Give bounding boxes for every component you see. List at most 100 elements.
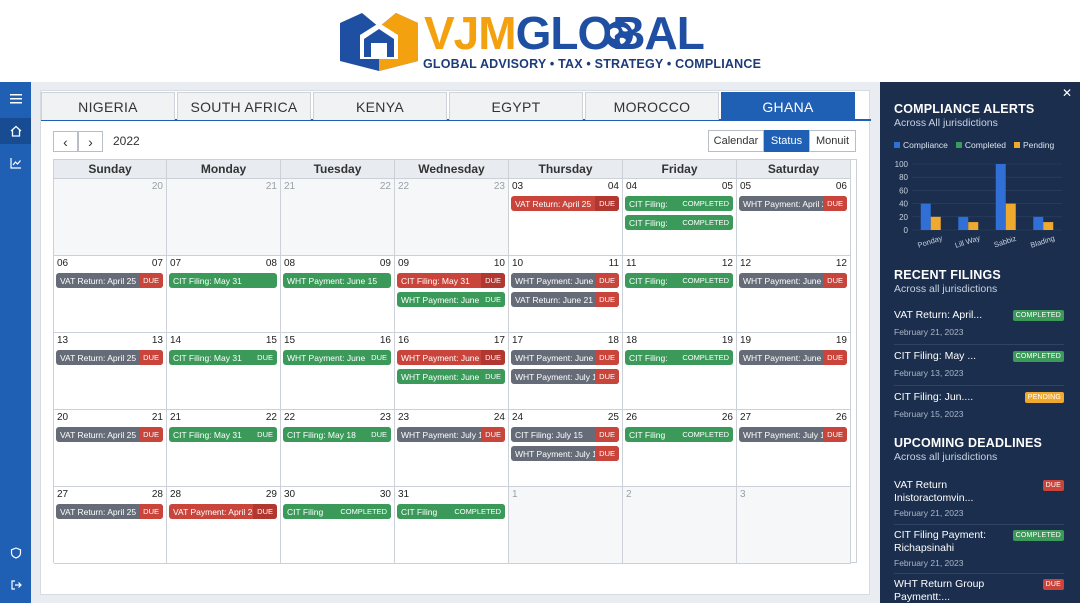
calendar-day-cell[interactable]: 1 <box>509 487 623 564</box>
calendar-event[interactable]: WHT Payment: July 19 DUE <box>511 446 619 461</box>
calendar-event[interactable]: VAT Return: April 25 DUE <box>511 196 619 211</box>
tab-kenya[interactable]: KENYA <box>313 92 447 120</box>
calendar-day-cell[interactable]: 22 23 CIT Filing: May 18 DUE <box>281 410 395 487</box>
upcoming-subtitle: Across all jurisdictions <box>894 451 998 463</box>
calendar-day-cell[interactable]: 20 21 VAT Return: April 25 DUE <box>54 410 167 487</box>
calendar-day-cell[interactable]: 27 26 WHT Payment: July 15 DUE <box>737 410 851 487</box>
event-status-badge: DUE <box>595 446 619 461</box>
calendar-day-cell[interactable]: 04 05 CIT Filing: COMPLETED CIT Filing: COMPL… <box>623 179 737 256</box>
calendar-day-cell[interactable]: 06 07 VAT Return: April 25 DUE <box>54 256 167 333</box>
calendar-event[interactable]: VAT Return: April 25 DUE <box>56 504 163 519</box>
shield-icon[interactable] <box>0 540 31 566</box>
calendar-event[interactable]: WHT Payment: June 15 <box>283 273 391 288</box>
calendar-event[interactable]: VAT Return: April 25 DUE <box>56 427 163 442</box>
calendar-event[interactable]: WHT Payment: June 15DUE <box>397 350 505 365</box>
calendar-event[interactable]: CIT Filing: COMPLETED <box>625 273 733 288</box>
calendar-day-cell[interactable]: 24 25 CIT Filing: July 15 DUE WHT Payment: J… <box>509 410 623 487</box>
calendar-event[interactable]: CIT Filing: May 31 DUE <box>169 350 277 365</box>
calendar-event[interactable]: CIT Filing: May 31 DUE <box>169 427 277 442</box>
calendar-event[interactable]: WHT Payment: April 25 DUE <box>739 196 847 211</box>
calendar-event[interactable]: CIT Filing COMPLETED <box>397 504 505 519</box>
calendar-day-cell[interactable]: 21 22 <box>281 179 395 256</box>
tab-egypt[interactable]: EGYPT <box>449 92 583 120</box>
recent-item-title[interactable]: VAT Return: April... <box>894 309 982 322</box>
home-icon[interactable] <box>0 118 31 144</box>
calendar-day-cell[interactable]: 08 09 WHT Payment: June 15 <box>281 256 395 333</box>
calendar-day-cell[interactable]: 27 28 VAT Return: April 25 DUE <box>54 487 167 564</box>
calendar-day-cell[interactable]: 20 <box>54 179 167 256</box>
calendar-event[interactable]: WHT Payment: June 15DUE <box>283 350 391 365</box>
calendar-event[interactable]: CIT Filing: COMPLETED <box>625 215 733 230</box>
calendar-event[interactable]: CIT Filing: May 18 DUE <box>283 427 391 442</box>
divider <box>894 344 1064 345</box>
calendar-day-cell[interactable]: 19 19 WHT Payment: June 15DUE <box>737 333 851 410</box>
calendar-event[interactable]: WHT Payment: June 15DUE <box>739 350 847 365</box>
calendar-day-cell[interactable]: 03 04 VAT Return: April 25 DUE <box>509 179 623 256</box>
calendar-event[interactable]: WHT Payment: June 15DUE <box>397 292 505 307</box>
view-month-button[interactable]: Monuit <box>809 130 856 152</box>
calendar-day-cell[interactable]: 30 30 CIT Filing COMPLETED <box>281 487 395 564</box>
calendar-event[interactable]: WHT Payment: June 15DUE <box>397 369 505 384</box>
calendar-event[interactable]: WHT Payment: June 15DUE <box>511 350 619 365</box>
calendar-day-cell[interactable]: 28 29 VAT Payment: April 25 DUE <box>167 487 281 564</box>
calendar-day-cell[interactable]: 21 22 CIT Filing: May 31 DUE <box>167 410 281 487</box>
calendar-day-cell[interactable]: 3 <box>737 487 851 564</box>
calendar-event[interactable]: CIT Filing: COMPLETED <box>625 350 733 365</box>
recent-item-date: February 21, 2023 <box>894 327 964 337</box>
calendar-day-cell[interactable]: 31 CIT Filing COMPLETED <box>395 487 509 564</box>
calendar-day-cell[interactable]: 11 12 CIT Filing: COMPLETED <box>623 256 737 333</box>
calendar-event[interactable]: CIT Filing: May 31 DUE <box>397 273 505 288</box>
calendar-day-cell[interactable]: 21 <box>167 179 281 256</box>
view-calendar-button[interactable]: Calendar <box>708 130 764 152</box>
deadline-item-title[interactable]: VAT Return <box>894 479 947 492</box>
tab-morocco[interactable]: MOROCCO <box>585 92 719 120</box>
calendar-event[interactable]: VAT Return: April 25 DUE <box>56 273 163 288</box>
tab-nigeria[interactable]: NIGERIA <box>41 92 175 120</box>
calendar-day-cell[interactable]: 1617WHT Payment: June 15DUEWHT Payment: … <box>395 333 509 410</box>
calendar-day-cell[interactable]: 26 26 CIT Filing COMPLETED <box>623 410 737 487</box>
recent-item-title[interactable]: CIT Filing: May ... <box>894 350 976 363</box>
calendar-day-cell[interactable]: 15 16 WHT Payment: June 15DUE <box>281 333 395 410</box>
calendar-event[interactable]: WHT Payment: June 15DUE <box>739 273 847 288</box>
calendar-event[interactable]: CIT Filing COMPLETED <box>625 427 733 442</box>
calendar-day-cell[interactable]: 22 23 <box>395 179 509 256</box>
tab-south-africa[interactable]: SOUTH AFRICA <box>177 92 311 120</box>
calendar-day-cell[interactable]: 13 13 VAT Return: April 25 DUE <box>54 333 167 410</box>
calendar-day-cell[interactable]: 07 08 CIT Filing: May 31 <box>167 256 281 333</box>
calendar-day-cell[interactable]: 12 12 WHT Payment: June 15DUE <box>737 256 851 333</box>
analytics-icon[interactable] <box>0 150 31 176</box>
deadline-item-title[interactable]: WHT Return Group <box>894 578 984 591</box>
deadline-item-title[interactable]: CIT Filing Payment: <box>894 529 986 542</box>
day-number: 07 <box>151 258 163 269</box>
calendar-event[interactable]: CIT Filing: COMPLETED <box>625 196 733 211</box>
calendar-event[interactable]: WHT Payment: July 15 DUE <box>397 427 505 442</box>
calendar-day-cell[interactable]: 23 24 WHT Payment: July 15 DUE <box>395 410 509 487</box>
calendar-event[interactable]: CIT Filing: May 31 <box>169 273 277 288</box>
next-button[interactable]: › <box>78 131 103 152</box>
calendar-event[interactable]: VAT Payment: April 25 DUE <box>169 504 277 519</box>
calendar-day-cell[interactable]: 18 19 CIT Filing: COMPLETED <box>623 333 737 410</box>
prev-button[interactable]: ‹ <box>53 131 78 152</box>
calendar-day-cell[interactable]: 14 15 CIT Filing: May 31 DUE <box>167 333 281 410</box>
calendar-event[interactable]: VAT Return: April 25 DUE <box>56 350 163 365</box>
day-header-wednesday: Wednesday <box>395 160 509 179</box>
calendar-day-cell[interactable]: 1718WHT Payment: June 15DUEWHT Payment: … <box>509 333 623 410</box>
recent-item-title[interactable]: CIT Filing: Jun.... <box>894 391 973 404</box>
calendar-event[interactable]: WHT Payment: July 15 DUE <box>739 427 847 442</box>
calendar-day-cell[interactable]: 09 10 CIT Filing: May 31 DUE WHT Payment: Ju… <box>395 256 509 333</box>
event-status-badge: DUE <box>823 427 847 442</box>
day-number: 28 <box>170 489 182 500</box>
calendar-event[interactable]: VAT Return: June 21 DUE <box>511 292 619 307</box>
tab-ghana[interactable]: GHANA <box>721 92 855 120</box>
close-icon[interactable]: ✕ <box>1062 86 1072 100</box>
calendar-event[interactable]: CIT Filing COMPLETED <box>283 504 391 519</box>
calendar-day-cell[interactable]: 1011WHT Payment: June 15DUEVAT Return: J… <box>509 256 623 333</box>
calendar-day-cell[interactable]: 2 <box>623 487 737 564</box>
calendar-event[interactable]: WHT Payment: July 11 DUE <box>511 369 619 384</box>
calendar-event[interactable]: CIT Filing: July 15 DUE <box>511 427 619 442</box>
logout-icon[interactable] <box>0 572 31 598</box>
menu-icon[interactable] <box>0 86 31 112</box>
calendar-day-cell[interactable]: 05 06 WHT Payment: April 25 DUE <box>737 179 851 256</box>
calendar-event[interactable]: WHT Payment: June 15DUE <box>511 273 619 288</box>
view-status-button[interactable]: Status <box>764 130 809 152</box>
